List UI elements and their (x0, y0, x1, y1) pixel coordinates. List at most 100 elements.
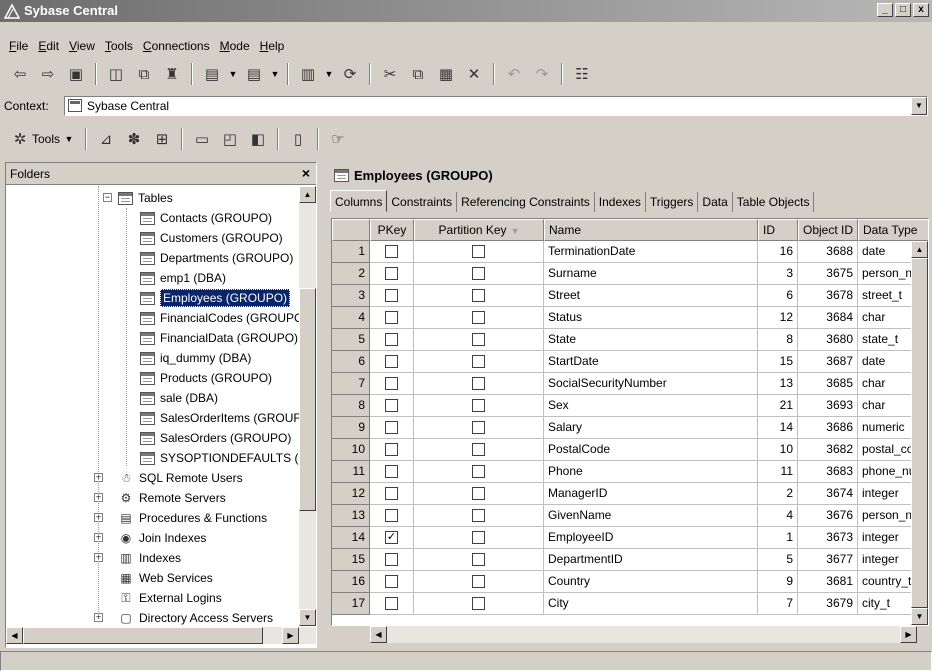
column-id-cell[interactable]: 6 (758, 285, 798, 307)
menu-edit[interactable]: Edit (33, 36, 64, 56)
properties-icon[interactable]: ☷ (570, 62, 594, 86)
partition-key-checkbox[interactable] (472, 355, 485, 368)
disconnect-computer-icon[interactable]: ▤ (242, 62, 266, 86)
object-id-cell[interactable]: 3682 (798, 439, 858, 461)
pkey-checkbox[interactable] (385, 465, 398, 478)
column-id-cell[interactable]: 11 (758, 461, 798, 483)
scroll-down-button[interactable]: ▼ (299, 609, 316, 626)
pkey-checkbox[interactable] (385, 267, 398, 280)
tree-item-table[interactable]: Tables (118, 188, 173, 208)
object-id-cell[interactable]: 3675 (798, 263, 858, 285)
pkey-checkbox[interactable] (385, 245, 398, 258)
object-id-cell[interactable]: 3687 (798, 351, 858, 373)
pkey-checkbox[interactable] (385, 289, 398, 302)
pkey-checkbox[interactable] (385, 311, 398, 324)
chart-icon[interactable]: ⊿ (94, 127, 118, 151)
scroll-up-button[interactable]: ▲ (911, 241, 928, 258)
object-id-cell[interactable]: 3685 (798, 373, 858, 395)
find-icon[interactable]: ♜ (160, 62, 184, 86)
object-id-cell[interactable]: 3680 (798, 329, 858, 351)
pkey-checkbox[interactable] (385, 509, 398, 522)
row-number[interactable]: 2 (332, 263, 370, 285)
column-name-cell[interactable]: State (544, 329, 758, 351)
copy-window-icon[interactable]: ⧉ (132, 62, 156, 86)
row-number[interactable]: 12 (332, 483, 370, 505)
debug-icon[interactable]: ✽ (122, 127, 146, 151)
column-id-cell[interactable]: 10 (758, 439, 798, 461)
column-header-object-id[interactable]: Object ID (798, 219, 858, 241)
column-name-cell[interactable]: Phone (544, 461, 758, 483)
column-name-cell[interactable]: PostalCode (544, 439, 758, 461)
row-number[interactable]: 8 (332, 395, 370, 417)
column-name-cell[interactable]: Status (544, 307, 758, 329)
pkey-checkbox[interactable] (385, 377, 398, 390)
row-number[interactable]: 1 (332, 241, 370, 263)
chevron-down-icon[interactable]: ▼ (270, 69, 280, 79)
object-id-cell[interactable]: 3683 (798, 461, 858, 483)
tree-item-table[interactable]: Employees (GROUPO) (140, 288, 291, 308)
undo-icon[interactable]: ↶ (502, 62, 526, 86)
row-number[interactable]: 3 (332, 285, 370, 307)
chevron-down-icon[interactable]: ▼ (911, 97, 927, 115)
menu-view[interactable]: View (64, 36, 100, 56)
column-name-cell[interactable]: Surname (544, 263, 758, 285)
pkey-checkbox[interactable] (385, 553, 398, 566)
partition-key-checkbox[interactable] (472, 597, 485, 610)
row-number[interactable]: 11 (332, 461, 370, 483)
tree-item-table[interactable]: Departments (GROUPO) (140, 248, 293, 268)
pkey-checkbox[interactable] (385, 333, 398, 346)
object-id-cell[interactable]: 3678 (798, 285, 858, 307)
forward-icon[interactable]: ⇨ (36, 62, 60, 86)
column-id-cell[interactable]: 13 (758, 373, 798, 395)
context-combo[interactable]: Sybase Central ▼ (64, 96, 928, 116)
menu-help[interactable]: Help (255, 36, 290, 56)
tree-item-table[interactable]: FinancialData (GROUPO) (140, 328, 298, 348)
delete-icon[interactable]: ✕ (462, 62, 486, 86)
new-view-icon[interactable]: ◰ (218, 127, 242, 151)
connect-icon[interactable]: ◫ (104, 62, 128, 86)
scroll-right-button[interactable]: ▶ (282, 627, 299, 644)
column-name-cell[interactable]: GivenName (544, 505, 758, 527)
pkey-checkbox[interactable] (385, 597, 398, 610)
column-id-cell[interactable]: 14 (758, 417, 798, 439)
column-name-cell[interactable]: City (544, 593, 758, 615)
partition-key-checkbox[interactable] (472, 267, 485, 280)
column-name-cell[interactable]: Country (544, 571, 758, 593)
partition-key-checkbox[interactable] (472, 399, 485, 412)
object-id-cell[interactable]: 3681 (798, 571, 858, 593)
scroll-right-button[interactable]: ▶ (900, 626, 917, 643)
tab-constraints[interactable]: Constraints (387, 192, 458, 212)
menu-connections[interactable]: Connections (138, 36, 215, 56)
tree-item-table[interactable]: sale (DBA) (140, 388, 218, 408)
column-header-pkey[interactable]: PKey (370, 219, 414, 241)
tree-item-table[interactable]: emp1 (DBA) (140, 268, 226, 288)
row-number[interactable]: 9 (332, 417, 370, 439)
partition-key-checkbox[interactable] (472, 333, 485, 346)
tab-indexes[interactable]: Indexes (595, 192, 646, 212)
column-name-cell[interactable]: EmployeeID (544, 527, 758, 549)
scroll-down-button[interactable]: ▼ (911, 608, 928, 625)
close-button[interactable]: x (913, 3, 929, 17)
maximize-button[interactable]: □ (895, 3, 911, 17)
tree-item-table[interactable]: SYSOPTIONDEFAULTS (D (140, 448, 300, 468)
partition-key-checkbox[interactable] (472, 421, 485, 434)
column-id-cell[interactable]: 1 (758, 527, 798, 549)
tree-item-folder[interactable]: ▢ Directory Access Servers (118, 608, 273, 626)
pkey-checkbox[interactable] (385, 421, 398, 434)
tree-item-folder[interactable]: ⚿ External Logins (118, 588, 221, 608)
tree-item-table[interactable]: SalesOrderItems (GROUF (140, 408, 300, 428)
scroll-thumb[interactable] (299, 288, 316, 511)
tree-item-table[interactable]: Contacts (GROUPO) (140, 208, 272, 228)
column-name-cell[interactable]: StartDate (544, 351, 758, 373)
column-name-cell[interactable]: ManagerID (544, 483, 758, 505)
column-name-cell[interactable]: SocialSecurityNumber (544, 373, 758, 395)
folders-vertical-scrollbar[interactable]: ▲ ▼ (299, 186, 316, 626)
column-id-cell[interactable]: 8 (758, 329, 798, 351)
new-procedure-icon[interactable]: ▯ (286, 127, 310, 151)
column-id-cell[interactable]: 3 (758, 263, 798, 285)
column-name-cell[interactable]: Salary (544, 417, 758, 439)
tree-item-table[interactable]: SalesOrders (GROUPO) (140, 428, 291, 448)
column-header-partition-key[interactable]: Partition Key ▼ (414, 219, 544, 241)
folders-horizontal-scrollbar[interactable]: ◀ ▶ (6, 627, 316, 644)
grid-vertical-scrollbar[interactable]: ▲ ▼ (911, 241, 928, 625)
